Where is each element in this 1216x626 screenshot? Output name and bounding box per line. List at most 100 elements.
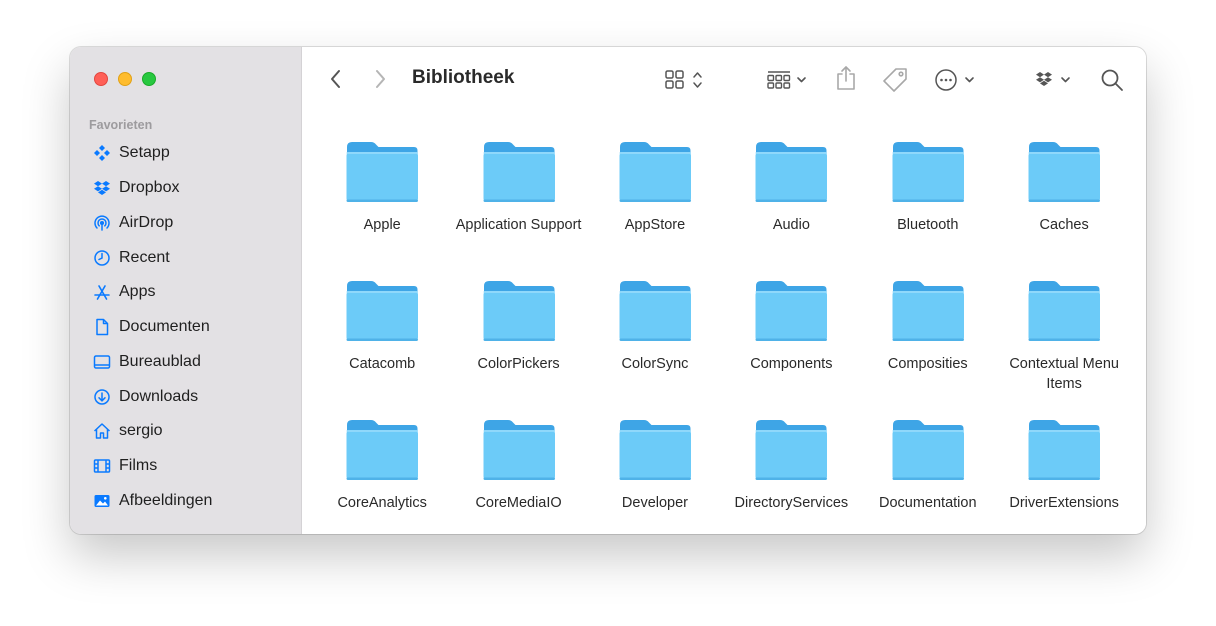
sidebar-item-label: Setapp [119,144,170,162]
folder-icon [892,420,964,480]
window-controls [94,72,156,86]
download-icon [92,387,112,407]
folder-name: AppStore [624,217,686,233]
tag-icon[interactable] [881,66,909,94]
sidebar-item-airdrop[interactable]: AirDrop [70,206,301,241]
sidebar-item-label: Bureaublad [119,352,201,370]
back-chevron-icon[interactable] [326,67,346,91]
folder-icon [346,281,419,341]
sidebar-item-films[interactable]: Films [70,449,301,484]
sidebar: Favorieten Setapp Dropbox AirDrop Recent… [70,47,302,534]
folder-icon [1028,281,1101,341]
folder-item[interactable]: Audio [723,137,859,276]
folder-name: DriverExtensions [1009,495,1119,511]
folder-item[interactable]: Caches [996,137,1132,276]
folder-icon [619,142,691,202]
sidebar-item-label: Afbeeldingen [119,491,213,509]
folder-item[interactable]: DriverExtensions [996,415,1132,534]
folder-name: Application Support [455,217,582,233]
folder-item[interactable]: Bluetooth [860,137,996,276]
sidebar-item-label: Recent [119,248,170,266]
folder-item[interactable]: ColorSync [587,276,723,415]
sidebar-item-documenten[interactable]: Documenten [70,310,301,345]
folder-item[interactable]: Application Support [450,137,586,276]
sidebar-item-label: Documenten [119,318,210,336]
folder-icon [755,281,828,341]
folder-item[interactable]: CoreMediaIO [450,415,586,534]
folder-name: Documentation [878,495,977,511]
photo-icon [92,491,112,511]
sidebar-item-label: Apps [119,283,156,301]
folder-name: CoreAnalytics [337,495,427,511]
folder-icon [892,142,964,202]
sidebar-section-label: Favorieten [89,118,153,132]
sidebar-item-setapp[interactable]: Setapp [70,136,301,171]
group-by-icon[interactable] [765,68,813,92]
clock-icon [92,248,112,268]
sidebar-item-bureaublad[interactable]: Bureaublad [70,345,301,380]
search-icon[interactable] [1099,67,1125,93]
share-icon[interactable] [835,64,857,92]
folder-item[interactable]: Components [723,276,859,415]
folder-icon [483,420,555,480]
folder-icon [619,281,691,341]
folder-icon [346,420,419,480]
minimize-button[interactable] [118,72,132,86]
sidebar-item-afbeeldingen[interactable]: Afbeeldingen [70,484,301,519]
folder-icon [1028,142,1101,202]
sidebar-item-label: Dropbox [119,179,180,197]
folder-name: CoreMediaIO [475,495,562,511]
document-icon [92,317,112,337]
folder-item[interactable]: ColorPickers [450,276,586,415]
folder-name: Components [750,356,833,372]
folder-name: DirectoryServices [734,495,849,511]
sidebar-item-recent[interactable]: Recent [70,240,301,275]
close-button[interactable] [94,72,108,86]
folder-icon [346,142,419,202]
dropbox-toolbar-icon[interactable] [1034,68,1080,92]
folder-name: Catacomb [349,356,416,372]
folder-name: ColorPickers [477,356,560,372]
sidebar-item-label: AirDrop [119,213,174,231]
folder-name: Composities [887,356,968,372]
dropbox-icon [92,178,112,198]
window-title: Bibliotheek [412,67,515,88]
folder-item[interactable]: CoreAnalytics [314,415,450,534]
sidebar-item-label: sergio [119,422,163,440]
sidebar-item-dropbox[interactable]: Dropbox [70,171,301,206]
folder-icon [1028,420,1101,480]
folder-item[interactable]: Contextual Menu Items [996,276,1132,415]
icon-view-grid-icon[interactable] [663,68,709,92]
folder-icon [892,281,964,341]
sidebar-item-downloads[interactable]: Downloads [70,379,301,414]
folder-name: Bluetooth [897,217,959,233]
sidebar-item-label: Downloads [119,387,199,405]
zoom-button[interactable] [142,72,156,86]
desktop-icon [92,352,112,372]
finder-window: Favorieten Setapp Dropbox AirDrop Recent… [70,47,1146,534]
apps-icon [92,282,112,302]
folder-item[interactable]: AppStore [587,137,723,276]
folder-icon [619,420,691,480]
sidebar-item-label: Films [119,457,158,475]
folder-icon [483,142,555,202]
folder-icon [483,281,555,341]
folder-item[interactable]: Documentation [860,415,996,534]
more-actions-icon[interactable] [933,67,983,93]
folder-item[interactable]: DirectoryServices [723,415,859,534]
sidebar-item-apps[interactable]: Apps [70,275,301,310]
folder-icon [755,142,828,202]
folder-name: Apple [363,217,401,233]
folder-grid: Apple Application Support AppStore Audio Blu… [314,137,1132,534]
folder-item[interactable]: Catacomb [314,276,450,415]
folder-item[interactable]: Composities [860,276,996,415]
folder-name: Caches [1039,217,1089,233]
sidebar-item-sergio[interactable]: sergio [70,414,301,449]
folder-name: Developer [621,495,689,511]
forward-chevron-icon[interactable] [370,67,390,91]
folder-item[interactable]: Apple [314,137,450,276]
main-content: Bibliotheek Apple Application Support Ap… [302,47,1146,534]
toolbar: Bibliotheek [302,47,1146,113]
folder-name: Contextual Menu Items [1009,356,1119,392]
folder-item[interactable]: Developer [587,415,723,534]
